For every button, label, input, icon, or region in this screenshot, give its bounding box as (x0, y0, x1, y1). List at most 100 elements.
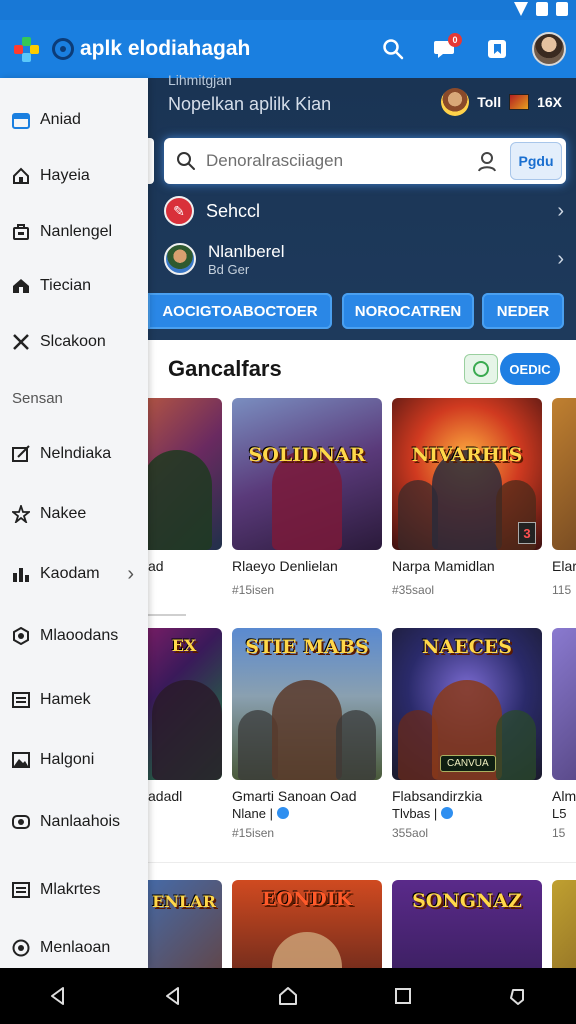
game-title: Alm (552, 788, 576, 804)
game-thumbnail: NIVARHIS 3 (392, 398, 542, 550)
star-icon (12, 505, 30, 523)
game-logo-text: ENLAR (152, 892, 216, 911)
home-icon (278, 987, 297, 1005)
hexagon-icon (12, 627, 30, 645)
search-input[interactable] (206, 151, 456, 171)
back-alt-button[interactable] (153, 976, 193, 1016)
rotate-button[interactable] (498, 976, 538, 1016)
filter-chip[interactable]: OEDIC (500, 353, 560, 385)
drawer-item-10[interactable]: Hamek (0, 680, 148, 720)
game-title: Flabsandirzkia (392, 788, 483, 804)
panel-row-member[interactable]: Nlanlberel Bd Ger › (164, 238, 568, 280)
game-card[interactable] (552, 880, 576, 970)
drawer-item-13[interactable]: Mlakrtes (0, 870, 148, 910)
drawer-item-12[interactable]: Nanlaahois (0, 802, 148, 842)
drawer-item-5[interactable]: Slcakoon (0, 322, 148, 362)
drawer-item-label: Hamek (40, 691, 91, 708)
search-button[interactable] (376, 31, 410, 67)
game-meta: 15 (552, 826, 566, 840)
drawer-item-3[interactable]: Nanlengel (0, 212, 148, 252)
game-card[interactable]: Alm L5 15 (552, 628, 576, 840)
tab-strip: AOCIGTOABOCTOER NOROCATREN NEDER (148, 290, 576, 330)
drawer-item-label: Nanlaahois (40, 813, 121, 830)
drawer-item-9[interactable]: Mlaoodans (0, 616, 148, 656)
game-thumbnail: SOLIDNAR (232, 398, 382, 550)
game-card[interactable]: ENLAR (148, 880, 222, 970)
search-icon (177, 152, 195, 170)
drawer-item-label: Menlaoan (40, 939, 111, 956)
game-card[interactable]: SOLIDNAR Rlaeyo Denlielan #15isen (232, 398, 382, 597)
search-submit-button[interactable]: Pgdu (510, 142, 562, 180)
panel-row-school[interactable]: ✎ Sehccl › (164, 190, 568, 232)
game-title: adadl (148, 788, 183, 804)
calendar-icon (12, 111, 30, 129)
game-title: Elar (552, 558, 576, 574)
bookmark-button[interactable] (480, 31, 514, 67)
header-panel: Lihmitgjan Nopelkan aplilk Kian Toll 16X… (148, 72, 576, 340)
game-thumbnail (552, 398, 576, 550)
tab-1[interactable]: AOCIGTOABOCTOER (148, 293, 332, 329)
game-card[interactable]: SONGNAZ (392, 880, 542, 970)
drawer-item-8[interactable]: Kaodam › (0, 554, 148, 594)
drawer-item-2[interactable]: Hayeia (0, 156, 148, 196)
chevron-right-icon: › (557, 199, 564, 222)
game-title: Gmarti Sanoan Oad (232, 788, 357, 804)
game-logo-text: NAECES (422, 636, 512, 658)
house-icon (12, 277, 30, 295)
drawer-item-11[interactable]: Halgoni (0, 740, 148, 780)
back-button[interactable] (38, 976, 78, 1016)
tab-2[interactable]: NOROCATREN (342, 293, 474, 329)
user-icon[interactable] (476, 150, 498, 172)
game-card[interactable]: EX adadl (148, 628, 222, 805)
app-bar: aplk elodiahagah 0 (0, 20, 576, 78)
game-card[interactable]: NIVARHIS 3 Narpa Mamidlan #35saol (392, 398, 542, 597)
game-card[interactable]: ad (148, 398, 222, 575)
game-thumbnail (552, 628, 576, 780)
game-card[interactable]: STIE MABS Gmarti Sanoan Oad Nlane | #15i… (232, 628, 382, 840)
tab-3[interactable]: NEDER (482, 293, 564, 329)
game-meta: 115 (552, 583, 572, 597)
panel-row-text: Nlanlberel Bd Ger (208, 242, 285, 277)
game-meta: #35saol (392, 583, 435, 597)
game-logo-text: NIVARHIS (411, 444, 523, 466)
panel-row-label: Sehccl (206, 200, 261, 221)
profile-avatar[interactable] (441, 88, 470, 116)
drawer-section-label: Sensan (12, 390, 63, 407)
drawer-item-label: Nelndiaka (40, 445, 112, 462)
drawer-item-4[interactable]: Tiecian (0, 266, 148, 306)
header-stats: Toll 16X (441, 88, 562, 116)
drawer-item-7[interactable]: Nakee (0, 494, 148, 534)
status-bar (0, 0, 576, 20)
divider (148, 862, 576, 863)
user-avatar[interactable] (532, 32, 566, 66)
circle-icon (473, 361, 489, 377)
recents-button[interactable] (383, 976, 423, 1016)
eye-icon (12, 813, 30, 831)
game-thumbnail: STIE MABS (232, 628, 382, 780)
image-icon (12, 751, 30, 769)
filter-toggle[interactable] (464, 354, 498, 384)
game-logo-text: EX (171, 636, 197, 655)
briefcase-icon (12, 223, 30, 241)
notifications-button[interactable]: 0 (428, 31, 462, 67)
game-meta: #15isen (232, 583, 275, 597)
game-card[interactable]: EONDIK (232, 880, 382, 970)
breadcrumb: Lihmitgjan (168, 72, 232, 88)
drawer-edge (148, 138, 154, 184)
drawer-item-1[interactable]: Aniad (0, 100, 148, 140)
game-card[interactable]: NAECES CANVUA Flabsandirzkia Tlvbas | 35… (392, 628, 542, 840)
game-thumbnail: SONGNAZ (392, 880, 542, 970)
game-thumbnail (552, 880, 576, 970)
drawer-item-14[interactable]: Menlaoan (0, 928, 148, 968)
game-subtitle-text: Nlane | (232, 806, 273, 821)
home-button[interactable] (268, 976, 308, 1016)
drawer-item-6[interactable]: Nelndiaka (0, 434, 148, 474)
game-thumbnail: NAECES CANVUA (392, 628, 542, 780)
drawer-item-label: Mlakrtes (40, 881, 101, 898)
header-subtitle: Nopelkan aplilk Kian (168, 94, 332, 114)
game-card[interactable]: Elar 115 (552, 398, 576, 597)
game-logo-text: SONGNAZ (412, 890, 522, 912)
search-bar: Pgdu (164, 138, 566, 184)
wifi-icon (514, 2, 528, 16)
game-badge: CANVUA (440, 755, 496, 772)
